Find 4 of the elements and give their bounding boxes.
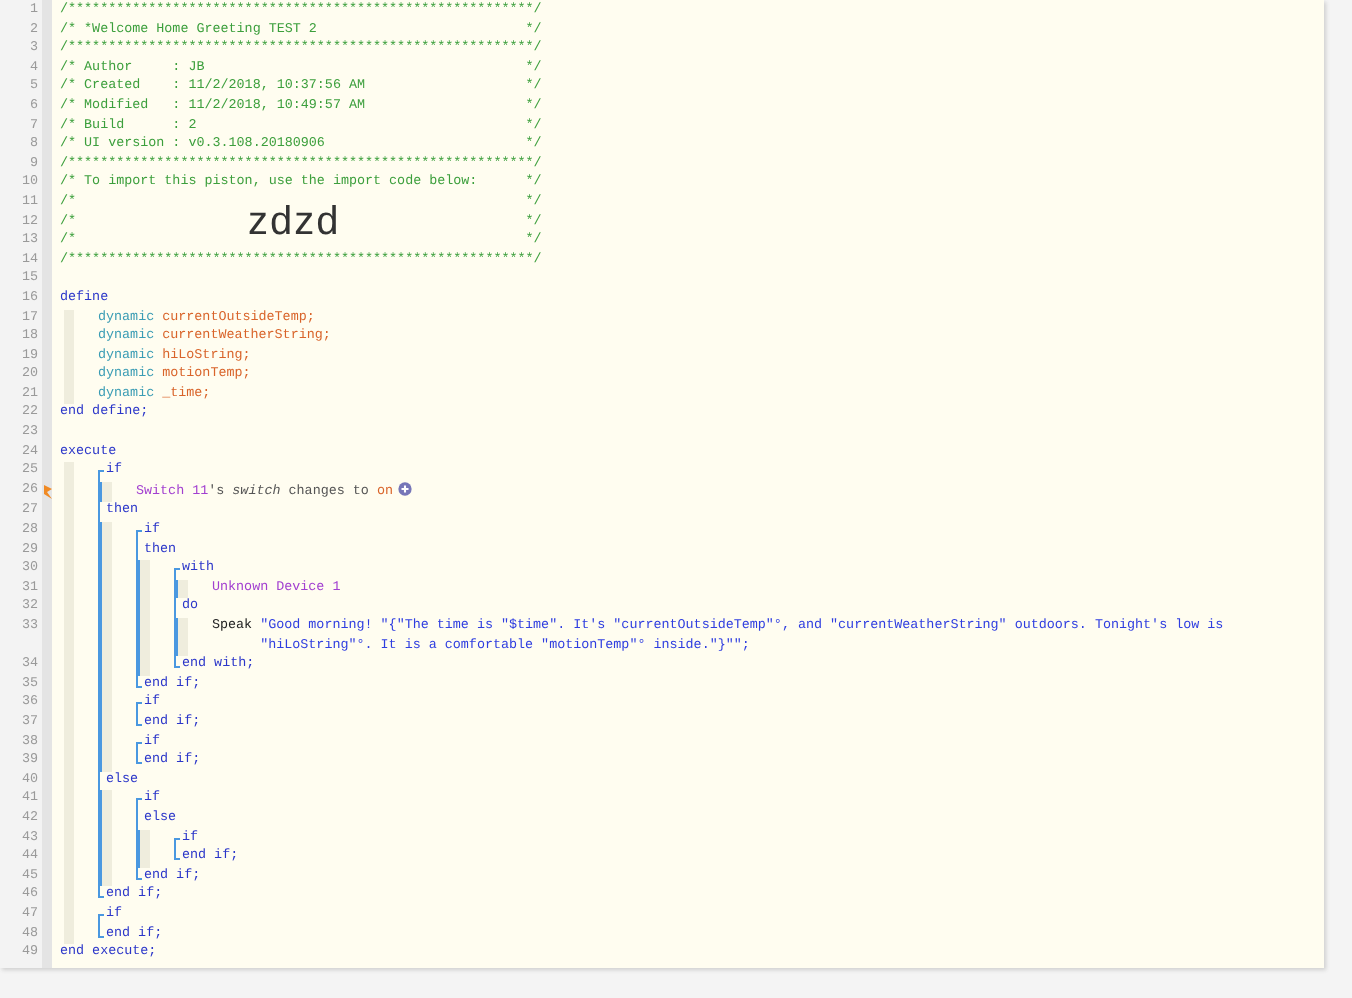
indent-guide [178, 618, 188, 657]
indent-guide [102, 481, 112, 503]
indent-guide [178, 579, 188, 599]
add-icon[interactable] [398, 481, 413, 496]
